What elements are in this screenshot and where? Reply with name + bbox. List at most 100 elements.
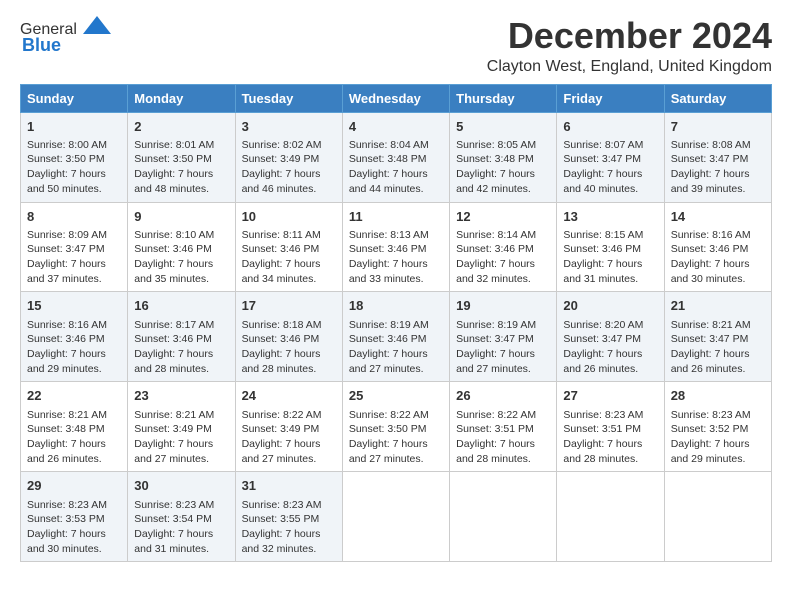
daylight-text: Daylight: 7 hours and 50 minutes. [27, 168, 106, 195]
calendar-header-row: Sunday Monday Tuesday Wednesday Thursday… [21, 84, 772, 112]
day-number: 16 [134, 297, 228, 315]
day-number: 7 [671, 118, 765, 136]
sunrise-text: Sunrise: 8:05 AM [456, 139, 536, 151]
sunrise-text: Sunrise: 8:23 AM [563, 409, 643, 421]
sunset-text: Sunset: 3:49 PM [242, 153, 320, 165]
day-number: 8 [27, 208, 121, 226]
sunrise-text: Sunrise: 8:09 AM [27, 229, 107, 241]
table-row: 18Sunrise: 8:19 AMSunset: 3:46 PMDayligh… [342, 292, 449, 382]
page-header: General Blue December 2024 Clayton West,… [20, 16, 772, 76]
table-row: 15Sunrise: 8:16 AMSunset: 3:46 PMDayligh… [21, 292, 128, 382]
sunrise-text: Sunrise: 8:00 AM [27, 139, 107, 151]
day-number: 15 [27, 297, 121, 315]
sunset-text: Sunset: 3:46 PM [242, 243, 320, 255]
daylight-text: Daylight: 7 hours and 29 minutes. [27, 348, 106, 375]
sunset-text: Sunset: 3:47 PM [671, 333, 749, 345]
sunset-text: Sunset: 3:46 PM [456, 243, 534, 255]
day-number: 23 [134, 387, 228, 405]
daylight-text: Daylight: 7 hours and 30 minutes. [27, 528, 106, 555]
daylight-text: Daylight: 7 hours and 44 minutes. [349, 168, 428, 195]
daylight-text: Daylight: 7 hours and 39 minutes. [671, 168, 750, 195]
day-number: 24 [242, 387, 336, 405]
daylight-text: Daylight: 7 hours and 28 minutes. [134, 348, 213, 375]
sunrise-text: Sunrise: 8:08 AM [671, 139, 751, 151]
daylight-text: Daylight: 7 hours and 34 minutes. [242, 258, 321, 285]
sunset-text: Sunset: 3:46 PM [349, 333, 427, 345]
sunrise-text: Sunrise: 8:21 AM [671, 319, 751, 331]
sunrise-text: Sunrise: 8:19 AM [349, 319, 429, 331]
daylight-text: Daylight: 7 hours and 28 minutes. [456, 438, 535, 465]
sunrise-text: Sunrise: 8:07 AM [563, 139, 643, 151]
daylight-text: Daylight: 7 hours and 37 minutes. [27, 258, 106, 285]
day-number: 9 [134, 208, 228, 226]
sunrise-text: Sunrise: 8:11 AM [242, 229, 321, 241]
location-title: Clayton West, England, United Kingdom [487, 58, 772, 76]
day-number: 28 [671, 387, 765, 405]
calendar-week-row: 8Sunrise: 8:09 AMSunset: 3:47 PMDaylight… [21, 202, 772, 292]
sunrise-text: Sunrise: 8:17 AM [134, 319, 214, 331]
sunset-text: Sunset: 3:49 PM [242, 423, 320, 435]
day-number: 13 [563, 208, 657, 226]
sunrise-text: Sunrise: 8:22 AM [349, 409, 429, 421]
table-row: 5Sunrise: 8:05 AMSunset: 3:48 PMDaylight… [450, 112, 557, 202]
table-row: 9Sunrise: 8:10 AMSunset: 3:46 PMDaylight… [128, 202, 235, 292]
day-number: 11 [349, 208, 443, 226]
table-row: 14Sunrise: 8:16 AMSunset: 3:46 PMDayligh… [664, 202, 771, 292]
day-number: 2 [134, 118, 228, 136]
daylight-text: Daylight: 7 hours and 46 minutes. [242, 168, 321, 195]
daylight-text: Daylight: 7 hours and 27 minutes. [349, 348, 428, 375]
daylight-text: Daylight: 7 hours and 48 minutes. [134, 168, 213, 195]
sunset-text: Sunset: 3:52 PM [671, 423, 749, 435]
col-sunday: Sunday [21, 84, 128, 112]
day-number: 27 [563, 387, 657, 405]
sunrise-text: Sunrise: 8:01 AM [134, 139, 214, 151]
sunset-text: Sunset: 3:51 PM [456, 423, 534, 435]
sunset-text: Sunset: 3:46 PM [134, 243, 212, 255]
table-row: 27Sunrise: 8:23 AMSunset: 3:51 PMDayligh… [557, 382, 664, 472]
logo-icon [83, 16, 111, 34]
daylight-text: Daylight: 7 hours and 33 minutes. [349, 258, 428, 285]
day-number: 14 [671, 208, 765, 226]
day-number: 30 [134, 477, 228, 495]
calendar-week-row: 29 Sunrise: 8:23 AM Sunset: 3:53 PM Dayligh… [21, 472, 772, 562]
title-area: December 2024 Clayton West, England, Uni… [487, 16, 772, 76]
day-number: 20 [563, 297, 657, 315]
col-thursday: Thursday [450, 84, 557, 112]
day-number: 29 [27, 477, 121, 495]
sunset-text: Sunset: 3:46 PM [671, 243, 749, 255]
daylight-text: Daylight: 7 hours and 26 minutes. [27, 438, 106, 465]
table-row: 8Sunrise: 8:09 AMSunset: 3:47 PMDaylight… [21, 202, 128, 292]
sunset-text: Sunset: 3:53 PM [27, 513, 105, 525]
sunrise-text: Sunrise: 8:18 AM [242, 319, 322, 331]
sunrise-text: Sunrise: 8:23 AM [27, 499, 107, 511]
sunrise-text: Sunrise: 8:21 AM [27, 409, 107, 421]
logo-blue-text: Blue [22, 35, 61, 56]
table-row: 20Sunrise: 8:20 AMSunset: 3:47 PMDayligh… [557, 292, 664, 382]
sunset-text: Sunset: 3:50 PM [134, 153, 212, 165]
sunset-text: Sunset: 3:46 PM [242, 333, 320, 345]
sunrise-text: Sunrise: 8:04 AM [349, 139, 429, 151]
col-saturday: Saturday [664, 84, 771, 112]
day-number: 31 [242, 477, 336, 495]
table-row: 7 Sunrise: 8:08 AM Sunset: 3:47 PM Daylight… [664, 112, 771, 202]
table-row: 26Sunrise: 8:22 AMSunset: 3:51 PMDayligh… [450, 382, 557, 472]
day-number: 19 [456, 297, 550, 315]
sunrise-text: Sunrise: 8:02 AM [242, 139, 322, 151]
calendar-table: Sunday Monday Tuesday Wednesday Thursday… [20, 84, 772, 563]
sunset-text: Sunset: 3:47 PM [671, 153, 749, 165]
table-row: 31Sunrise: 8:23 AMSunset: 3:55 PMDayligh… [235, 472, 342, 562]
sunset-text: Sunset: 3:54 PM [134, 513, 212, 525]
sunset-text: Sunset: 3:50 PM [27, 153, 105, 165]
sunset-text: Sunset: 3:46 PM [563, 243, 641, 255]
daylight-text: Daylight: 7 hours and 35 minutes. [134, 258, 213, 285]
sunset-text: Sunset: 3:46 PM [134, 333, 212, 345]
sunset-text: Sunset: 3:48 PM [27, 423, 105, 435]
daylight-text: Daylight: 7 hours and 42 minutes. [456, 168, 535, 195]
daylight-text: Daylight: 7 hours and 32 minutes. [456, 258, 535, 285]
sunset-text: Sunset: 3:50 PM [349, 423, 427, 435]
sunset-text: Sunset: 3:51 PM [563, 423, 641, 435]
sunset-text: Sunset: 3:46 PM [349, 243, 427, 255]
table-row: 30Sunrise: 8:23 AMSunset: 3:54 PMDayligh… [128, 472, 235, 562]
table-row: 4Sunrise: 8:04 AMSunset: 3:48 PMDaylight… [342, 112, 449, 202]
sunrise-text: Sunrise: 8:19 AM [456, 319, 536, 331]
